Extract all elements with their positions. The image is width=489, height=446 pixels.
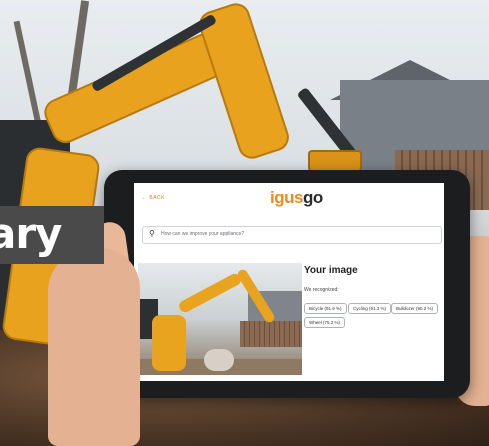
logo-igus: igus (270, 188, 303, 207)
recognized-label: We recognized: (304, 287, 339, 293)
result-heading: Your image (304, 265, 358, 276)
tag-chip[interactable]: Wheel (75.2 %) (304, 317, 346, 328)
search-placeholder[interactable]: How can we improve your appliance? (161, 231, 244, 237)
tag-chip[interactable]: Cycling (91.3 %) (348, 303, 392, 314)
search-icon: ⚲ (149, 229, 155, 238)
search-bar[interactable]: ⚲ How can we improve your appliance? (142, 226, 442, 244)
tag-chip[interactable]: Bulldozer (90.2 %) (391, 303, 439, 314)
logo-go: go (302, 188, 323, 207)
caption-banner: ary (0, 206, 104, 264)
app-screen: ← BACK igusgo ⚲ How can we improve your … (134, 183, 444, 381)
igus-go-logo: igusgo (270, 188, 323, 208)
photo-background: ← BACK igusgo ⚲ How can we improve your … (0, 0, 489, 446)
image-fence (240, 321, 302, 347)
uploaded-image (138, 263, 302, 375)
caption-text: ary (0, 209, 62, 258)
tag-chip[interactable]: Bicycle (91.9 %) (304, 303, 347, 314)
image-excavator-body (152, 315, 186, 371)
image-rock (204, 349, 234, 371)
left-hand (48, 248, 140, 446)
back-link[interactable]: ← BACK (142, 195, 165, 201)
image-excavator-boom (177, 271, 243, 315)
